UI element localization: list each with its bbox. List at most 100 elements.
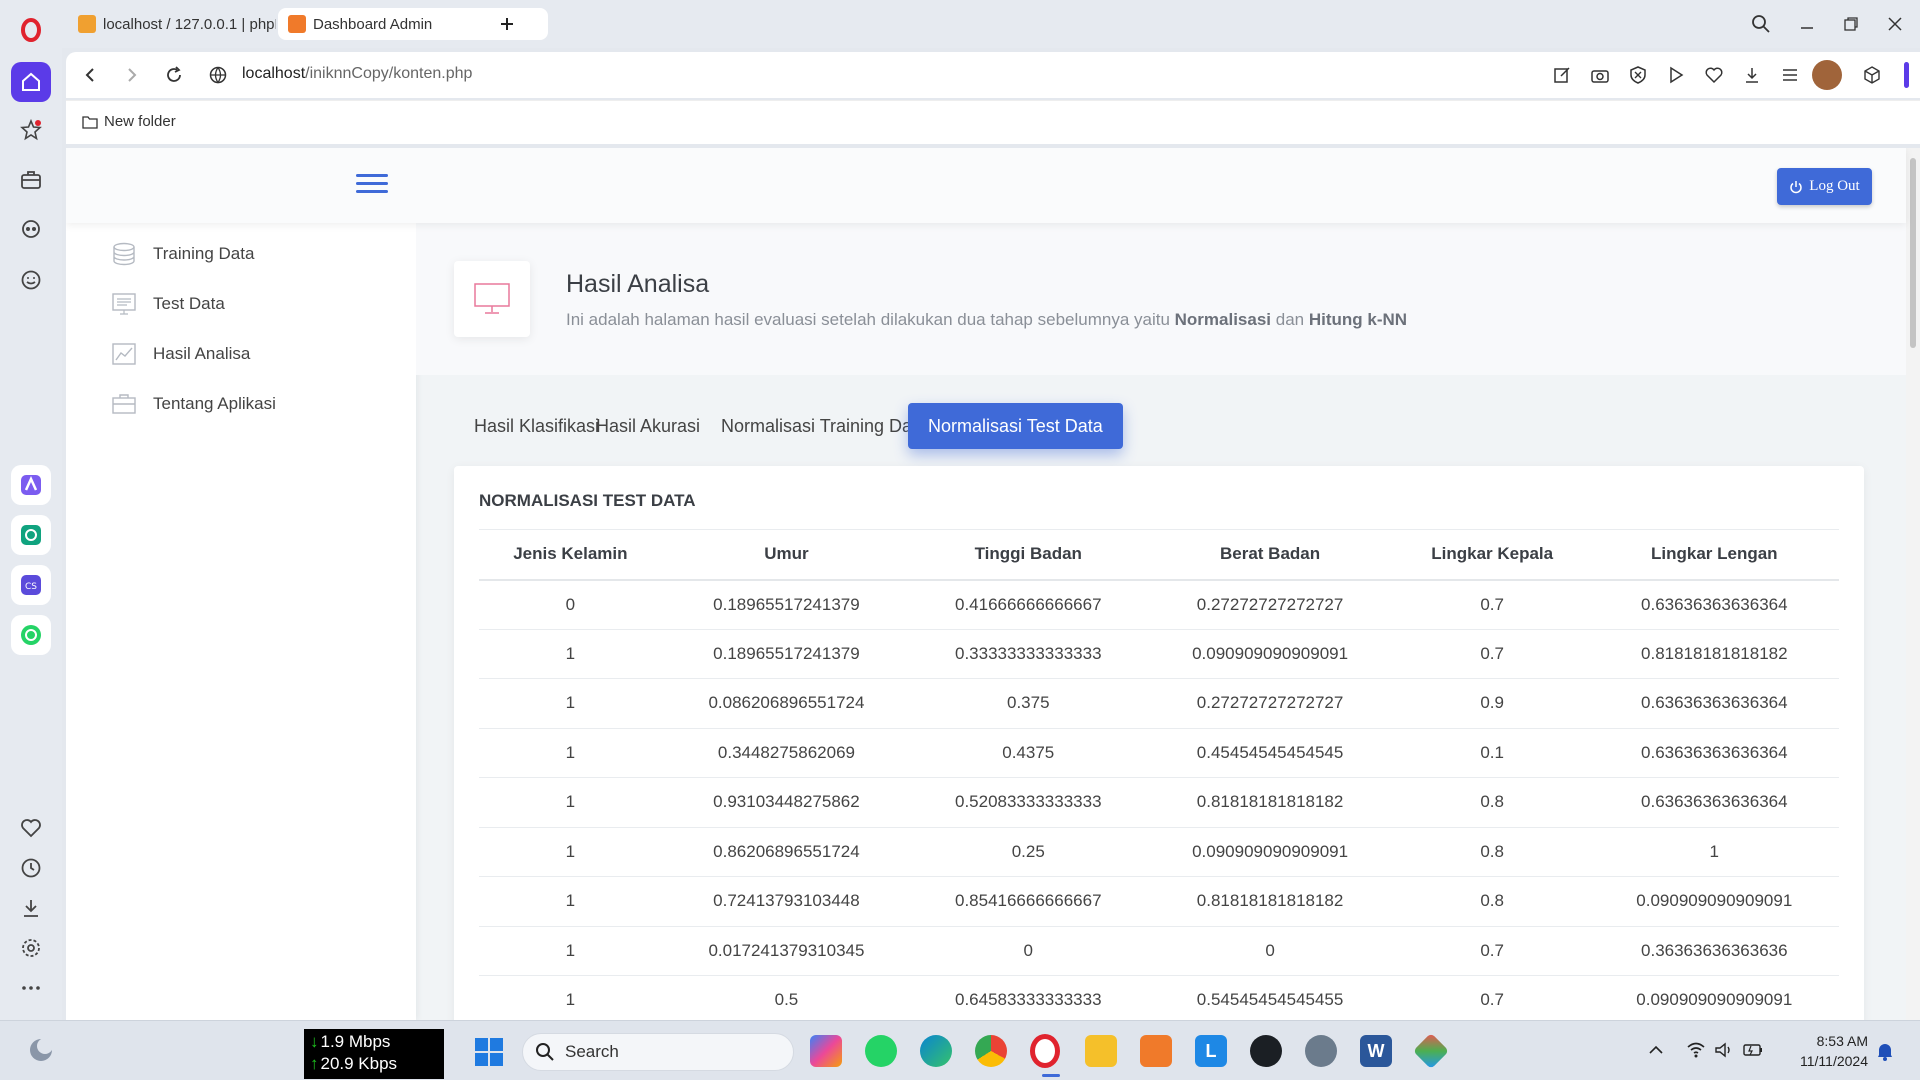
table-cell: 0.63636363636364 [1589,728,1839,778]
word-icon[interactable]: W [1360,1035,1392,1067]
system-clock[interactable]: 8:53 AM 11/11/2024 [1786,1031,1868,1071]
table-cell: 0 [911,926,1146,976]
new-tab-plus-icon[interactable] [492,10,522,38]
arc-app-icon[interactable] [11,465,51,505]
restore-icon[interactable] [1836,10,1866,38]
table-row: 1 0.86206896551724 0.25 0.090909090909091 0.… [479,827,1839,877]
table-cell: 0.090909090909091 [1145,629,1395,679]
skull-icon[interactable] [11,210,51,250]
hamburger-menu-icon[interactable] [356,174,388,196]
table-cell: 0.81818181818182 [1589,629,1839,679]
aria-star-icon[interactable] [11,110,51,150]
file-explorer-icon[interactable] [1085,1035,1117,1067]
tab-search-icon[interactable] [1746,10,1776,38]
notification-bell-icon[interactable] [1876,1041,1894,1061]
l-app-icon[interactable]: L [1195,1035,1227,1067]
bookmark-folder[interactable]: New folder [82,113,176,130]
volume-icon[interactable] [1714,1041,1734,1059]
sidebar-item-hasil-analisa[interactable]: Hasil Analisa [111,339,250,369]
table-row: 1 0.93103448275862 0.52083333333333 0.81818… [479,777,1839,828]
settings-gear-icon[interactable] [11,928,51,968]
table-cell: 0 [1145,926,1395,976]
more-dots-icon[interactable] [11,968,51,1008]
reload-icon[interactable] [164,65,184,85]
battery-icon[interactable] [1742,1041,1764,1059]
windows-start-icon[interactable] [474,1037,504,1067]
chrome-icon[interactable] [975,1035,1007,1067]
card-title: NORMALISASI TEST DATA [479,491,696,510]
chevron-up-icon[interactable] [1648,1043,1664,1057]
table-row: 1 0.017241379310345 0 0 0.7 0.36363636363636 [479,926,1839,976]
sidebar-item-tentang-aplikasi[interactable]: Tentang Aplikasi [111,389,276,419]
cs-app-icon[interactable]: CS [11,565,51,605]
close-window-icon[interactable] [1880,10,1910,38]
table-cell: 0.63636363636364 [1589,777,1839,828]
back-arrow-icon[interactable] [80,65,100,85]
folder-icon [82,115,98,129]
opera-icon[interactable] [1030,1034,1060,1068]
heart-icon[interactable] [11,808,51,848]
camera-snapshot-icon[interactable] [1588,63,1612,87]
sidebar-item-test-data[interactable]: Test Data [111,289,225,319]
download-icon[interactable] [1740,63,1764,87]
subtitle-bold-normalisasi: Normalisasi [1174,310,1272,329]
xampp-icon[interactable] [1140,1035,1172,1067]
monitor-list-icon [112,293,136,315]
clock-time: 8:53 AM [1816,1033,1868,1049]
sidebar: Training Data Test Data Hasil Analisa Te… [66,223,416,1020]
opera-logo-icon[interactable] [11,10,51,50]
table-cell: 0.086206896551724 [661,678,912,729]
table-cell: 0.7 [1394,629,1590,679]
app-diamond-icon[interactable] [1412,1032,1450,1070]
taskbar-search[interactable]: Search [522,1033,794,1071]
tab-phpmyadmin[interactable]: localhost / 127.0.0.1 | phpMyAdmin [68,8,276,40]
url-field[interactable]: localhost/iniknnCopy/konten.php [242,65,472,83]
site-globe-icon[interactable] [208,65,228,85]
extensions-cube-icon[interactable] [1860,63,1884,87]
whatsapp-icon[interactable] [11,615,51,655]
bookmark-heart-icon[interactable] [1702,63,1726,87]
edge-icon[interactable] [920,1035,952,1067]
tab-hasil-akurasi[interactable]: Hasil Akurasi [576,403,720,449]
logout-button[interactable]: Log Out [1777,168,1872,205]
tab-normalisasi-test-data[interactable]: Normalisasi Test Data [908,403,1123,449]
sidebar-item-label: Test Data [153,294,225,313]
history-clock-icon[interactable] [11,848,51,888]
forward-arrow-icon[interactable] [122,65,142,85]
copilot-icon[interactable] [810,1035,842,1067]
table-cell: 0.54545454545455 [1145,975,1395,1020]
edit-page-icon[interactable] [1550,63,1574,87]
easy-setup-icon[interactable] [1778,63,1802,87]
chatgpt-icon[interactable] [11,515,51,555]
net-upload-speed: 20.9 Kbps [310,1053,438,1075]
subtitle-text: dan [1271,310,1309,329]
profile-avatar[interactable] [1812,60,1842,90]
table-cell: 1 [479,678,662,729]
page-scrollbar[interactable] [1906,148,1920,1020]
home-icon[interactable] [11,62,51,102]
smiley-icon[interactable] [11,260,51,300]
minimize-icon[interactable] [1792,10,1822,38]
scrollbar-thumb[interactable] [1910,158,1916,348]
table-cell: 0.8 [1394,876,1590,927]
github-icon[interactable] [1250,1035,1282,1067]
tab-bar: localhost / 127.0.0.1 | phpMyAdmin Dashb… [62,0,1920,48]
opera-sidebar: CS [0,0,62,1020]
table-cell: 0.52083333333333 [911,777,1146,828]
page-viewport: Log Out Training Data Test Data Hasil An… [66,148,1920,1020]
settings-icon[interactable] [1305,1035,1337,1067]
briefcase-icon[interactable] [11,160,51,200]
whatsapp-icon[interactable] [865,1035,897,1067]
player-play-icon[interactable] [1664,63,1688,87]
wifi-icon[interactable] [1686,1041,1706,1059]
adblock-shield-icon[interactable] [1626,63,1650,87]
table-row: 1 0.3448275862069 0.4375 0.45454545454545 0.… [479,728,1839,778]
downloads-icon[interactable] [11,888,51,928]
sidebar-item-label: Hasil Analisa [153,344,251,363]
sidebar-item-training-data[interactable]: Training Data [111,239,254,269]
xampp-favicon-icon [288,15,306,33]
table-cell: 0.090909090909091 [1145,827,1395,877]
table-cell: 0.18965517241379 [661,629,912,679]
column-header: Umur [661,529,912,581]
widgets-weather-icon[interactable] [26,1035,56,1065]
